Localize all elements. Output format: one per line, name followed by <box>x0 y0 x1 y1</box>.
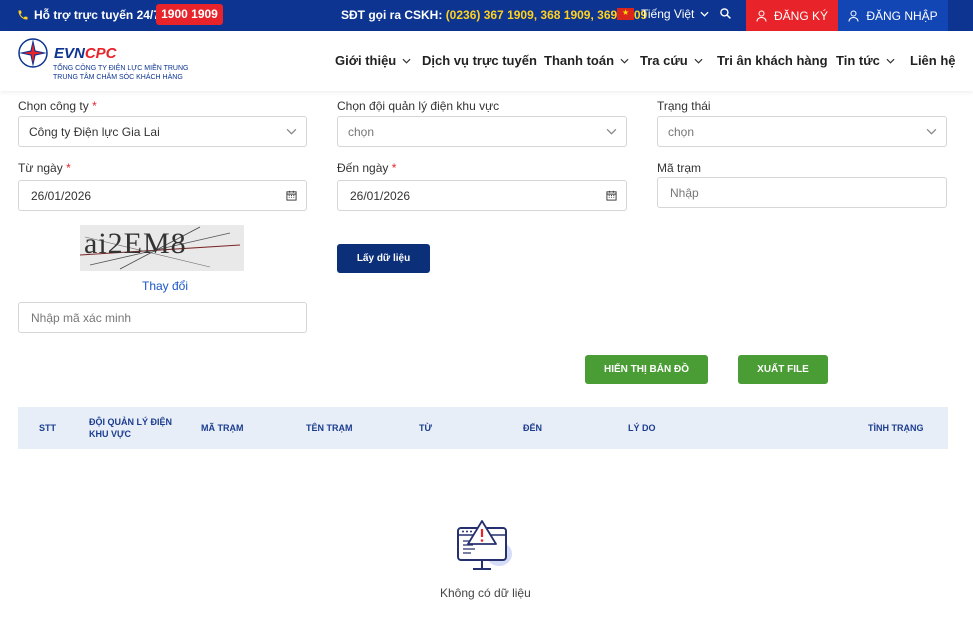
nav-item-customer-thanks[interactable]: Tri ân khách hàng <box>717 53 828 68</box>
chevron-down-icon <box>700 11 709 17</box>
to-date-input[interactable]: 26/01/2026 <box>337 180 627 211</box>
company-select-value: Công ty Điện lực Gia Lai <box>29 124 160 139</box>
nav-item-online-services[interactable]: Dịch vụ trực tuyến <box>422 53 537 68</box>
status-select-value: chọn <box>668 124 695 139</box>
evncpc-logo[interactable]: EVNCPC TỔNG CÔNG TY ĐIỆN LỰC MIỀN TRUNG … <box>17 37 189 81</box>
nav-item-news[interactable]: Tin tức <box>836 53 895 68</box>
column-header-status[interactable]: TÌNH TRẠNG <box>868 423 924 433</box>
from-date-label: Từ ngày * <box>18 161 71 175</box>
chevron-down-icon <box>402 58 411 64</box>
user-icon <box>756 10 767 22</box>
column-header-reason[interactable]: LÝ DO <box>628 423 656 433</box>
get-data-button[interactable]: Lấy dữ liệu <box>337 244 430 273</box>
register-label: ĐĂNG KÝ <box>773 8 828 23</box>
nav-item-about[interactable]: Giới thiệu <box>335 53 411 68</box>
chevron-down-icon <box>620 58 629 64</box>
table-header: STT ĐỘI QUẢN LÝ ĐIỆN KHU VỰC MÃ TRẠM TÊN… <box>18 407 948 449</box>
team-select-value: chọn <box>348 124 375 139</box>
export-file-button[interactable]: XUẤT FILE <box>738 355 828 384</box>
chevron-down-icon <box>606 128 617 135</box>
to-date-value: 26/01/2026 <box>350 188 411 203</box>
company-label: Chọn công ty * <box>18 99 97 113</box>
language-label: Tiếng Việt <box>641 7 695 21</box>
calendar-icon[interactable] <box>606 190 617 201</box>
user-icon <box>848 10 859 22</box>
evn-star-logo-icon <box>18 38 48 68</box>
company-select[interactable]: Công ty Điện lực Gia Lai <box>18 116 307 147</box>
status-label: Trạng thái <box>657 99 711 113</box>
to-date-label: Đến ngày * <box>337 161 397 175</box>
column-header-stt[interactable]: STT <box>39 423 56 433</box>
nav-item-contact[interactable]: Liên hệ <box>910 53 956 68</box>
login-label: ĐĂNG NHẬP <box>866 8 938 23</box>
team-select[interactable]: chọn <box>337 116 627 147</box>
no-data-warning-icon <box>457 520 512 570</box>
column-header-from[interactable]: TỪ <box>419 423 432 433</box>
top-bar: Hỗ trợ trực tuyến 24/7: 1900 1909 SĐT gọ… <box>0 0 973 31</box>
captcha-input-placeholder: Nhập mã xác minh <box>31 310 132 325</box>
column-header-to[interactable]: ĐẾN <box>523 423 542 433</box>
search-button[interactable] <box>719 7 732 23</box>
chevron-down-icon <box>886 58 895 64</box>
cskh-label: SĐT gọi ra CSKH: <box>341 8 443 22</box>
status-select[interactable]: chọn <box>657 116 947 147</box>
language-selector[interactable]: Tiếng Việt <box>617 7 709 21</box>
column-header-station-name[interactable]: TÊN TRẠM <box>306 423 353 433</box>
login-button[interactable]: ĐĂNG NHẬP <box>838 0 948 31</box>
hotline-label: Hỗ trợ trực tuyến 24/7: <box>34 8 164 22</box>
calendar-icon[interactable] <box>286 190 297 201</box>
captcha-text: ai2EM8 <box>84 227 187 260</box>
station-code-input[interactable]: Nhập <box>657 177 947 208</box>
column-header-station-code[interactable]: MÃ TRẠM <box>201 423 244 433</box>
phone-icon <box>18 10 28 20</box>
show-map-button[interactable]: HIỂN THỊ BẢN ĐỒ <box>585 355 708 384</box>
nav-item-lookup[interactable]: Tra cứu <box>640 53 703 68</box>
station-code-label: Mã trạm <box>657 161 702 175</box>
from-date-input[interactable]: 26/01/2026 <box>18 180 307 211</box>
chevron-down-icon <box>694 58 703 64</box>
logo-brand: EVNCPC <box>54 45 117 62</box>
cskh-info: SĐT gọi ra CSKH: (0236) 367 1909, 368 19… <box>341 8 647 22</box>
from-date-value: 26/01/2026 <box>31 188 92 203</box>
column-header-team[interactable]: ĐỘI QUẢN LÝ ĐIỆN <box>89 417 172 427</box>
logo-subtitle-2: TRUNG TÂM CHĂM SÓC KHÁCH HÀNG <box>53 74 183 81</box>
chevron-down-icon <box>286 128 297 135</box>
column-header-team-area[interactable]: KHU VỰC <box>89 429 131 439</box>
chevron-down-icon <box>926 128 937 135</box>
station-code-placeholder: Nhập <box>670 185 699 200</box>
hotline-number[interactable]: 1900 1909 <box>156 4 223 25</box>
team-label: Chọn đội quản lý điện khu vực <box>337 99 500 113</box>
main-header: EVNCPC TỔNG CÔNG TY ĐIỆN LỰC MIỀN TRUNG … <box>0 31 973 91</box>
register-button[interactable]: ĐĂNG KÝ <box>746 0 838 31</box>
search-icon <box>720 8 731 19</box>
vietnam-flag-icon <box>617 8 634 20</box>
nav-item-payment[interactable]: Thanh toán <box>544 53 629 68</box>
empty-state-message: Không có dữ liệu <box>440 586 531 600</box>
captcha-refresh-link[interactable]: Thay đổi <box>142 279 188 293</box>
captcha-input[interactable]: Nhập mã xác minh <box>18 302 307 333</box>
logo-subtitle-1: TỔNG CÔNG TY ĐIỆN LỰC MIỀN TRUNG <box>53 65 189 72</box>
captcha-image: ai2EM8 <box>80 225 244 271</box>
hotline: Hỗ trợ trực tuyến 24/7: <box>17 8 164 22</box>
